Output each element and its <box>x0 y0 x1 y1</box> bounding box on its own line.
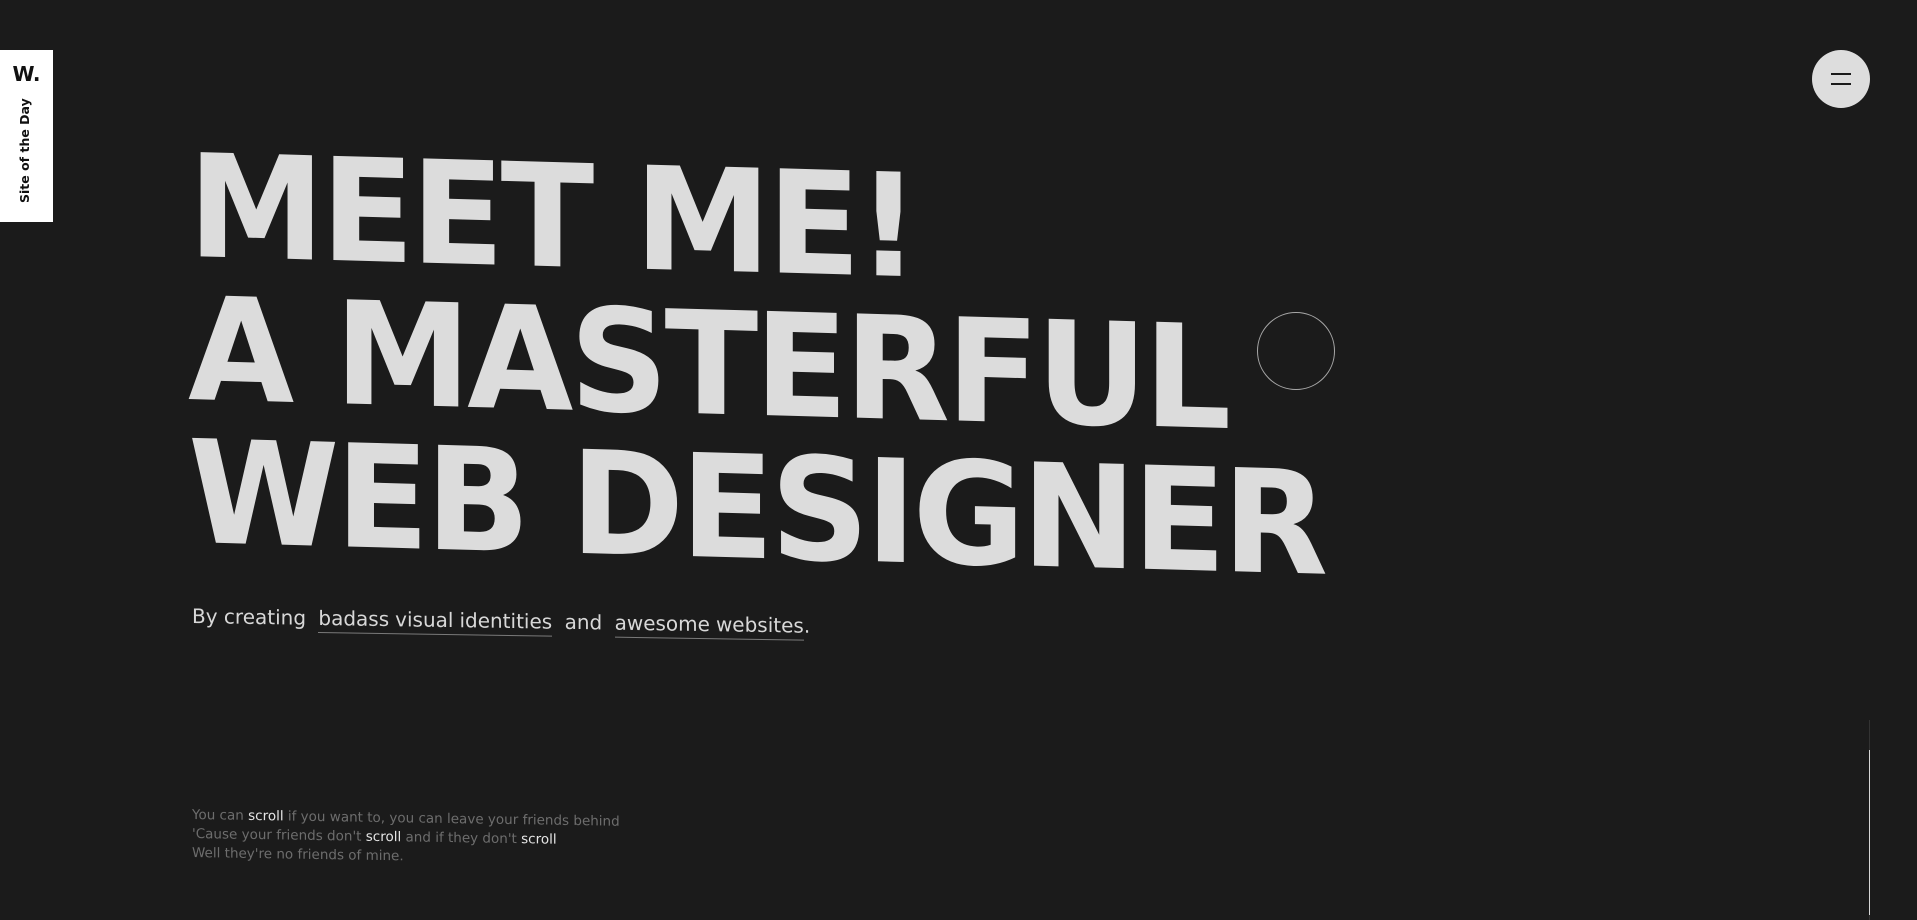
identities-link-word-2: visual <box>395 607 454 633</box>
scroll-lyrics: You can scroll if you want to, you can l… <box>192 806 620 870</box>
subtitle-middle: and <box>564 609 603 635</box>
menu-button[interactable] <box>1812 50 1870 108</box>
site-of-the-day-badge[interactable]: W. Site of the Day <box>0 50 53 222</box>
identities-link[interactable]: badass visual identities <box>318 605 553 637</box>
websites-link[interactable]: awesome websites <box>614 610 804 641</box>
cursor-follower-circle <box>1257 312 1335 390</box>
websites-link-word-1: awesome <box>614 610 710 637</box>
hamburger-menu-icon <box>1831 73 1851 75</box>
hero-headline: MEET ME! A MASTERFUL WEB DESIGNER <box>188 123 1325 608</box>
page: W. Site of the Day MEET ME! A MASTERFUL … <box>0 0 1917 920</box>
hamburger-menu-icon-line <box>1831 83 1851 85</box>
awwwards-logo: W. <box>12 62 41 86</box>
lyrics-text: You can <box>192 807 249 824</box>
identities-link-word-1: badass <box>318 605 390 632</box>
websites-link-word-2: websites <box>715 612 804 638</box>
lyrics-scroll-word: scroll <box>365 828 402 846</box>
lyrics-text: 'Cause your friends don't <box>192 826 366 845</box>
scroll-thumb[interactable] <box>1869 750 1870 915</box>
lyrics-text: and if they don't <box>401 829 522 848</box>
badge-label: Site of the Day <box>17 98 32 203</box>
headline-line-3: WEB DESIGNER <box>188 409 1325 608</box>
lyrics-scroll-word: scroll <box>521 831 557 848</box>
subtitle-prefix: By creating <box>192 604 307 630</box>
lyrics-scroll-word: scroll <box>248 807 284 825</box>
hero-subtitle: By creating badass visual identities and a… <box>192 604 811 641</box>
identities-link-word-3: identities <box>459 608 553 634</box>
subtitle-suffix: . <box>803 613 811 638</box>
